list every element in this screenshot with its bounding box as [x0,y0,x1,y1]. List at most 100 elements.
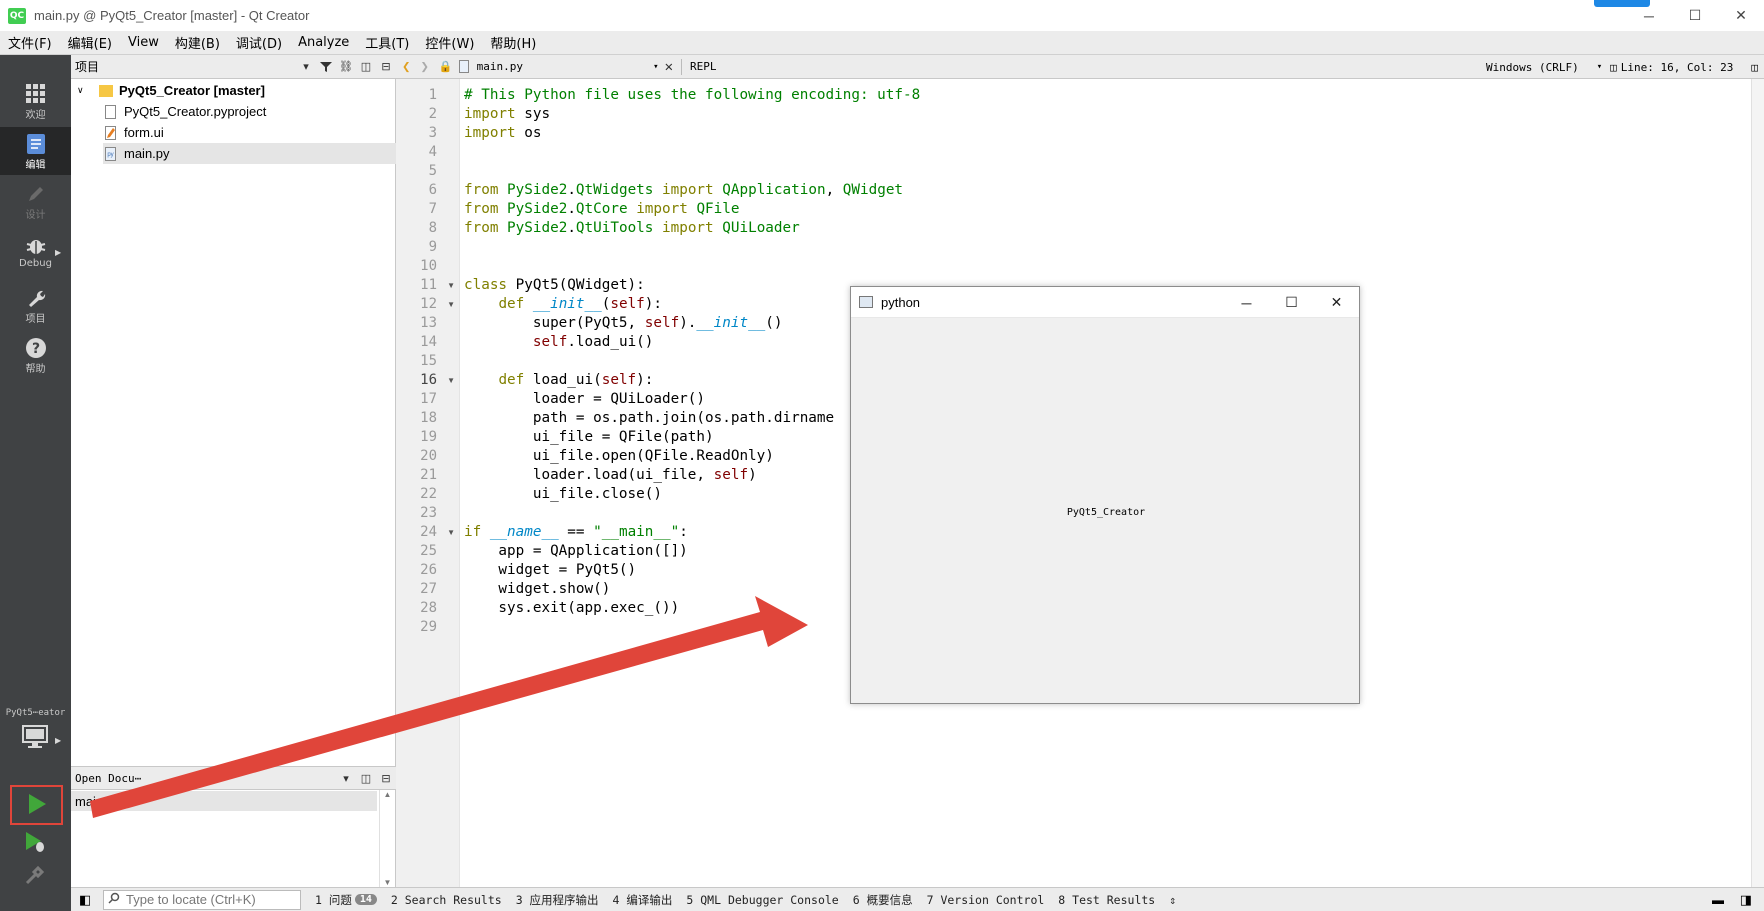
python-window-titlebar[interactable]: python ─ ☐ ✕ [851,287,1359,318]
menu-help[interactable]: 帮助(H) [482,33,544,52]
dropdown-arrow-icon[interactable]: ▾ [296,57,316,77]
split-editor-icon[interactable]: ◫ [1751,61,1758,74]
close-pane-icon[interactable]: ⊟ [376,57,396,77]
split-icon[interactable]: ◫ [356,57,376,77]
close-document-icon[interactable]: ✕ [665,59,673,75]
mode-label: 设计 [25,209,46,221]
open-documents-title[interactable]: Open Docu⋯ [75,772,336,785]
code-line[interactable]: from PySide2.QtWidgets import QApplicati… [464,181,903,200]
code-line[interactable]: ui_file = QFile(path) [464,428,714,447]
menu-build[interactable]: 构建(B) [167,33,228,52]
close-button[interactable]: ✕ [1718,0,1764,31]
fold-marker-icon[interactable]: ▼ [447,371,455,390]
debug-expand-arrow-icon[interactable]: ▶ [55,248,61,257]
code-line[interactable]: super(PyQt5, self).__init__() [464,314,783,333]
minimize-button[interactable]: ─ [1626,0,1672,31]
code-line[interactable]: if __name__ == "__main__": [464,523,688,542]
compile-output-button[interactable]: 4 编译输出 [613,892,673,908]
qml-debugger-console-button[interactable]: 5 QML Debugger Console [686,893,838,907]
document-selector[interactable]: main.py ▾ [458,60,659,73]
code-line[interactable]: widget = PyQt5() [464,561,636,580]
build-hammer-icon[interactable] [24,865,45,888]
kit-expand-arrow-icon[interactable]: ▶ [55,736,61,745]
mode-welcome[interactable]: 欢迎 [0,77,71,125]
menu-controls[interactable]: 控件(W) [417,33,482,52]
code-line[interactable]: app = QApplication([]) [464,542,687,561]
test-results-button[interactable]: 8 Test Results [1058,893,1155,907]
debug-run-button[interactable] [24,831,46,856]
project-pane-title[interactable]: 项目 [75,58,296,75]
right-sidebar-toggle-icon[interactable]: ◨ [1740,892,1752,908]
cursor-position[interactable]: Line: 16, Col: 23 [1621,61,1734,74]
menu-edit[interactable]: 编辑(E) [60,33,120,52]
split-icon[interactable]: ◫ [1610,61,1617,74]
tree-item-main-py[interactable]: py main.py [103,143,396,164]
dropdown-arrow-icon[interactable]: ▾ [1597,62,1602,72]
expand-arrow-icon[interactable]: ∨ [77,85,91,96]
split-icon[interactable]: ◫ [356,768,376,788]
toggle-sidebar-icon[interactable]: ◧ [79,892,91,908]
code-line[interactable]: import sys [464,105,550,124]
code-line[interactable]: loader.load(ui_file, self) [464,466,757,485]
open-document-item[interactable]: main.py [71,791,377,811]
mode-edit[interactable]: 编辑 [0,127,71,175]
close-pane-icon[interactable]: ⊟ [376,768,396,788]
repl-button[interactable]: REPL [690,60,717,73]
python-minimize-button[interactable]: ─ [1224,287,1269,318]
code-line[interactable]: widget.show() [464,580,610,599]
filter-icon[interactable] [316,57,336,77]
code-line[interactable]: from PySide2.QtCore import QFile [464,200,740,219]
editor-scrollbar[interactable] [1751,79,1764,887]
tree-item-project-root[interactable]: ∨ PyQt5_Creator [master] [77,80,265,101]
application-output-button[interactable]: 3 应用程序输出 [516,892,599,908]
dropdown-arrow-icon[interactable]: ▾ [336,768,356,788]
code-line[interactable]: self.load_ui() [464,333,654,352]
code-line[interactable]: import os [464,124,541,143]
menu-debug[interactable]: 调试(D) [228,33,290,52]
python-maximize-button[interactable]: ☐ [1269,287,1314,318]
open-documents-scrollbar[interactable]: ▲ ▼ [379,790,395,887]
output-pane-toggle-icon[interactable]: ▬ [1712,893,1724,907]
tree-item-pyproject[interactable]: PyQt5_Creator.pyproject [105,101,266,122]
fold-marker-icon[interactable]: ▼ [447,295,455,314]
version-control-button[interactable]: 7 Version Control [927,893,1045,907]
code-line[interactable]: def load_ui(self): [464,371,653,390]
menu-analyze[interactable]: Analyze [290,35,357,50]
scroll-up-icon[interactable]: ▲ [380,790,395,799]
general-messages-button[interactable]: 6 概要信息 [853,892,913,908]
tree-item-form-ui[interactable]: form.ui [105,122,164,143]
line-ending-selector[interactable]: Windows (CRLF) [1486,61,1579,74]
code-line[interactable]: def __init__(self): [464,295,662,314]
mode-projects[interactable]: 项目 [0,281,71,329]
scroll-down-icon[interactable]: ▼ [380,878,395,887]
fold-marker-icon[interactable]: ▼ [447,523,455,542]
fold-marker-icon[interactable]: ▼ [447,276,455,295]
python-close-button[interactable]: ✕ [1314,287,1359,318]
line-number: 20 [420,448,437,464]
link-icon[interactable]: ⛓ [336,57,356,77]
line-number-gutter[interactable]: 1 2 3 4 5 6 7 8 9 10 11 ▼ 12 ▼ 13 14 15 16 ▼ 17 18 19 20 21 22 23… [396,79,460,887]
code-line[interactable]: loader = QUiLoader() [464,390,705,409]
code-line[interactable]: ui_file.open(QFile.ReadOnly) [464,447,774,466]
issues-pane-button[interactable]: 1 问题 14 [315,892,377,908]
code-line[interactable]: class PyQt5(QWidget): [464,276,645,295]
code-line[interactable]: path = os.path.join(os.path.dirname [464,409,834,428]
mode-help[interactable]: ? 帮助 [0,331,71,379]
locator-input[interactable]: Type to locate (Ctrl+K) [103,889,301,910]
code-line[interactable]: # This Python file uses the following en… [464,86,920,105]
maximize-button[interactable]: ☐ [1672,0,1718,31]
menu-file[interactable]: 文件(F) [0,33,60,52]
code-line[interactable]: from PySide2.QtUiTools import QUiLoader [464,219,800,238]
menu-view[interactable]: View [120,35,167,50]
search-results-button[interactable]: 2 Search Results [391,893,502,907]
dropdown-arrow-icon[interactable]: ▾ [653,62,658,72]
code-line[interactable]: ui_file.close() [464,485,662,504]
code-line[interactable]: sys.exit(app.exec_()) [464,599,679,618]
nav-forward-icon[interactable]: ❯ [420,59,428,75]
nav-back-icon[interactable]: ❮ [402,59,410,75]
mode-design[interactable]: 设计 [0,177,71,225]
run-button[interactable] [27,793,47,818]
menu-tools[interactable]: 工具(T) [357,33,417,52]
kit-selector-monitor-icon[interactable] [22,725,48,752]
more-panes-icon[interactable]: ⇕ [1169,893,1176,907]
